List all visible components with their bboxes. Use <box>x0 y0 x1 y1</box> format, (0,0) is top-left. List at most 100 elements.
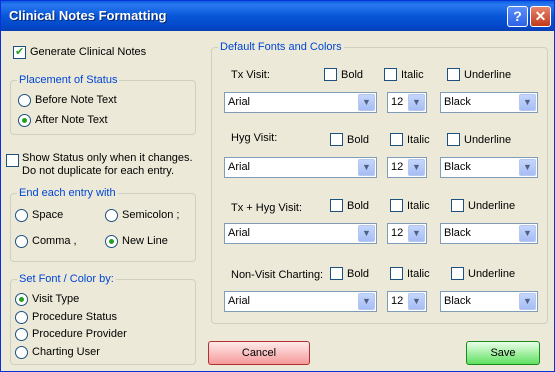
hyg-visit-font-value: Arial <box>228 161 251 173</box>
hyg-visit-size-select[interactable]: 12 ▼ <box>387 157 427 178</box>
chevron-down-icon[interactable]: ▼ <box>408 159 425 176</box>
tx-hyg-visit-color-value: Black <box>444 227 471 239</box>
charting-user-label: Charting User <box>32 346 100 358</box>
non-visit-charting-underline-label: Underline <box>468 268 516 280</box>
tx-visit-color-value: Black <box>444 96 471 108</box>
save-button[interactable]: Save <box>466 341 540 365</box>
new-line-radio[interactable] <box>105 235 118 248</box>
charting-user-radio[interactable] <box>15 346 28 359</box>
non-visit-charting-bold-label: Bold <box>347 268 370 280</box>
before-note-text-radio[interactable] <box>18 94 31 107</box>
tx-visit-underline-label: Underline <box>464 69 512 81</box>
non-visit-charting-underline-checkbox[interactable] <box>451 267 464 280</box>
hyg-visit-color-value: Black <box>444 161 471 173</box>
hyg-visit-underline-checkbox[interactable] <box>447 133 460 146</box>
non-visit-charting-bold-checkbox[interactable] <box>330 267 343 280</box>
tx-visit-size-select[interactable]: 12 ▼ <box>387 92 427 113</box>
chevron-down-icon[interactable]: ▼ <box>358 94 375 111</box>
tx-hyg-visit-bold-label: Bold <box>347 200 370 212</box>
chevron-down-icon[interactable]: ▼ <box>358 159 375 176</box>
chevron-down-icon[interactable]: ▼ <box>519 293 536 310</box>
non-visit-charting-font-select[interactable]: Arial ▼ <box>224 291 377 312</box>
tx-visit-bold-label: Bold <box>341 69 364 81</box>
cancel-button[interactable]: Cancel <box>208 341 310 365</box>
tx-visit-label: Tx Visit: <box>231 69 270 81</box>
non-visit-charting-color-select[interactable]: Black ▼ <box>440 291 538 312</box>
end-each-entry-title: End each entry with <box>17 187 118 199</box>
non-visit-charting-font-value: Arial <box>228 295 251 307</box>
help-button[interactable]: ? <box>507 6 528 27</box>
comma-radio[interactable] <box>15 235 28 248</box>
hyg-visit-font-select[interactable]: Arial ▼ <box>224 157 377 178</box>
close-button[interactable]: ✕ <box>530 6 551 27</box>
hyg-visit-italic-label: Italic <box>407 134 430 146</box>
tx-visit-font-select[interactable]: Arial ▼ <box>224 92 377 113</box>
semicolon-radio[interactable] <box>105 209 118 222</box>
chevron-down-icon[interactable]: ▼ <box>408 293 425 310</box>
chevron-down-icon[interactable]: ▼ <box>519 225 536 242</box>
tx-visit-color-select[interactable]: Black ▼ <box>440 92 538 113</box>
clinical-notes-formatting-dialog: Clinical Notes Formatting ? ✕ Generate C… <box>0 0 555 372</box>
comma-label: Comma , <box>32 235 77 247</box>
non-visit-charting-italic-checkbox[interactable] <box>390 267 403 280</box>
tx-hyg-visit-font-value: Arial <box>228 227 251 239</box>
non-visit-charting-size-value: 12 <box>391 295 404 307</box>
show-status-checkbox[interactable] <box>6 154 19 167</box>
visit-type-label: Visit Type <box>32 293 80 305</box>
procedure-status-radio[interactable] <box>15 311 28 324</box>
space-label: Space <box>32 209 64 221</box>
procedure-status-label: Procedure Status <box>32 311 117 323</box>
tx-hyg-visit-color-select[interactable]: Black ▼ <box>440 223 538 244</box>
hyg-visit-bold-checkbox[interactable] <box>330 133 343 146</box>
title-bar[interactable]: Clinical Notes Formatting ? ✕ <box>1 1 554 31</box>
tx-hyg-visit-bold-checkbox[interactable] <box>330 199 343 212</box>
chevron-down-icon[interactable]: ▼ <box>408 94 425 111</box>
generate-clinical-notes-checkbox[interactable] <box>13 45 26 59</box>
after-note-text-label: After Note Text <box>35 114 108 126</box>
tx-visit-bold-checkbox[interactable] <box>324 68 337 81</box>
show-status-label-line1: Show Status only when it changes. <box>22 152 193 164</box>
end-each-entry-group: End each entry with <box>10 187 196 262</box>
chevron-down-icon[interactable]: ▼ <box>358 225 375 242</box>
tx-visit-italic-label: Italic <box>401 69 424 81</box>
space-radio[interactable] <box>15 209 28 222</box>
tx-hyg-visit-underline-checkbox[interactable] <box>451 199 464 212</box>
chevron-down-icon[interactable]: ▼ <box>358 293 375 310</box>
before-note-text-label: Before Note Text <box>35 94 117 106</box>
non-visit-charting-label: Non-Visit Charting: <box>231 269 324 281</box>
after-note-text-radio[interactable] <box>18 114 31 127</box>
tx-visit-font-value: Arial <box>228 96 251 108</box>
tx-visit-size-value: 12 <box>391 96 404 108</box>
tx-hyg-visit-size-value: 12 <box>391 227 404 239</box>
hyg-visit-label: Hyg Visit: <box>231 132 278 144</box>
procedure-provider-label: Procedure Provider <box>32 328 127 340</box>
default-fonts-colors-group: Default Fonts and Colors <box>211 41 548 324</box>
hyg-visit-size-value: 12 <box>391 161 404 173</box>
window-title: Clinical Notes Formatting <box>9 8 167 23</box>
non-visit-charting-size-select[interactable]: 12 ▼ <box>387 291 427 312</box>
hyg-visit-bold-label: Bold <box>347 134 370 146</box>
procedure-provider-radio[interactable] <box>15 328 28 341</box>
placement-of-status-group: Placement of Status <box>10 74 196 135</box>
show-status-label-line2: Do not duplicate for each entry. <box>22 165 175 177</box>
hyg-visit-italic-checkbox[interactable] <box>390 133 403 146</box>
generate-clinical-notes-label: Generate Clinical Notes <box>30 46 147 58</box>
tx-hyg-visit-italic-checkbox[interactable] <box>390 199 403 212</box>
tx-hyg-visit-size-select[interactable]: 12 ▼ <box>387 223 427 244</box>
tx-hyg-visit-label: Tx + Hyg Visit: <box>231 202 303 214</box>
default-fonts-colors-title: Default Fonts and Colors <box>218 41 344 53</box>
chevron-down-icon[interactable]: ▼ <box>408 225 425 242</box>
set-font-color-title: Set Font / Color by: <box>17 273 116 285</box>
chevron-down-icon[interactable]: ▼ <box>519 159 536 176</box>
tx-hyg-visit-font-select[interactable]: Arial ▼ <box>224 223 377 244</box>
tx-visit-underline-checkbox[interactable] <box>447 68 460 81</box>
tx-visit-italic-checkbox[interactable] <box>384 68 397 81</box>
non-visit-charting-italic-label: Italic <box>407 268 430 280</box>
tx-hyg-visit-italic-label: Italic <box>407 200 430 212</box>
hyg-visit-underline-label: Underline <box>464 134 512 146</box>
non-visit-charting-color-value: Black <box>444 295 471 307</box>
chevron-down-icon[interactable]: ▼ <box>519 94 536 111</box>
hyg-visit-color-select[interactable]: Black ▼ <box>440 157 538 178</box>
semicolon-label: Semicolon ; <box>122 209 180 221</box>
visit-type-radio[interactable] <box>15 293 28 306</box>
